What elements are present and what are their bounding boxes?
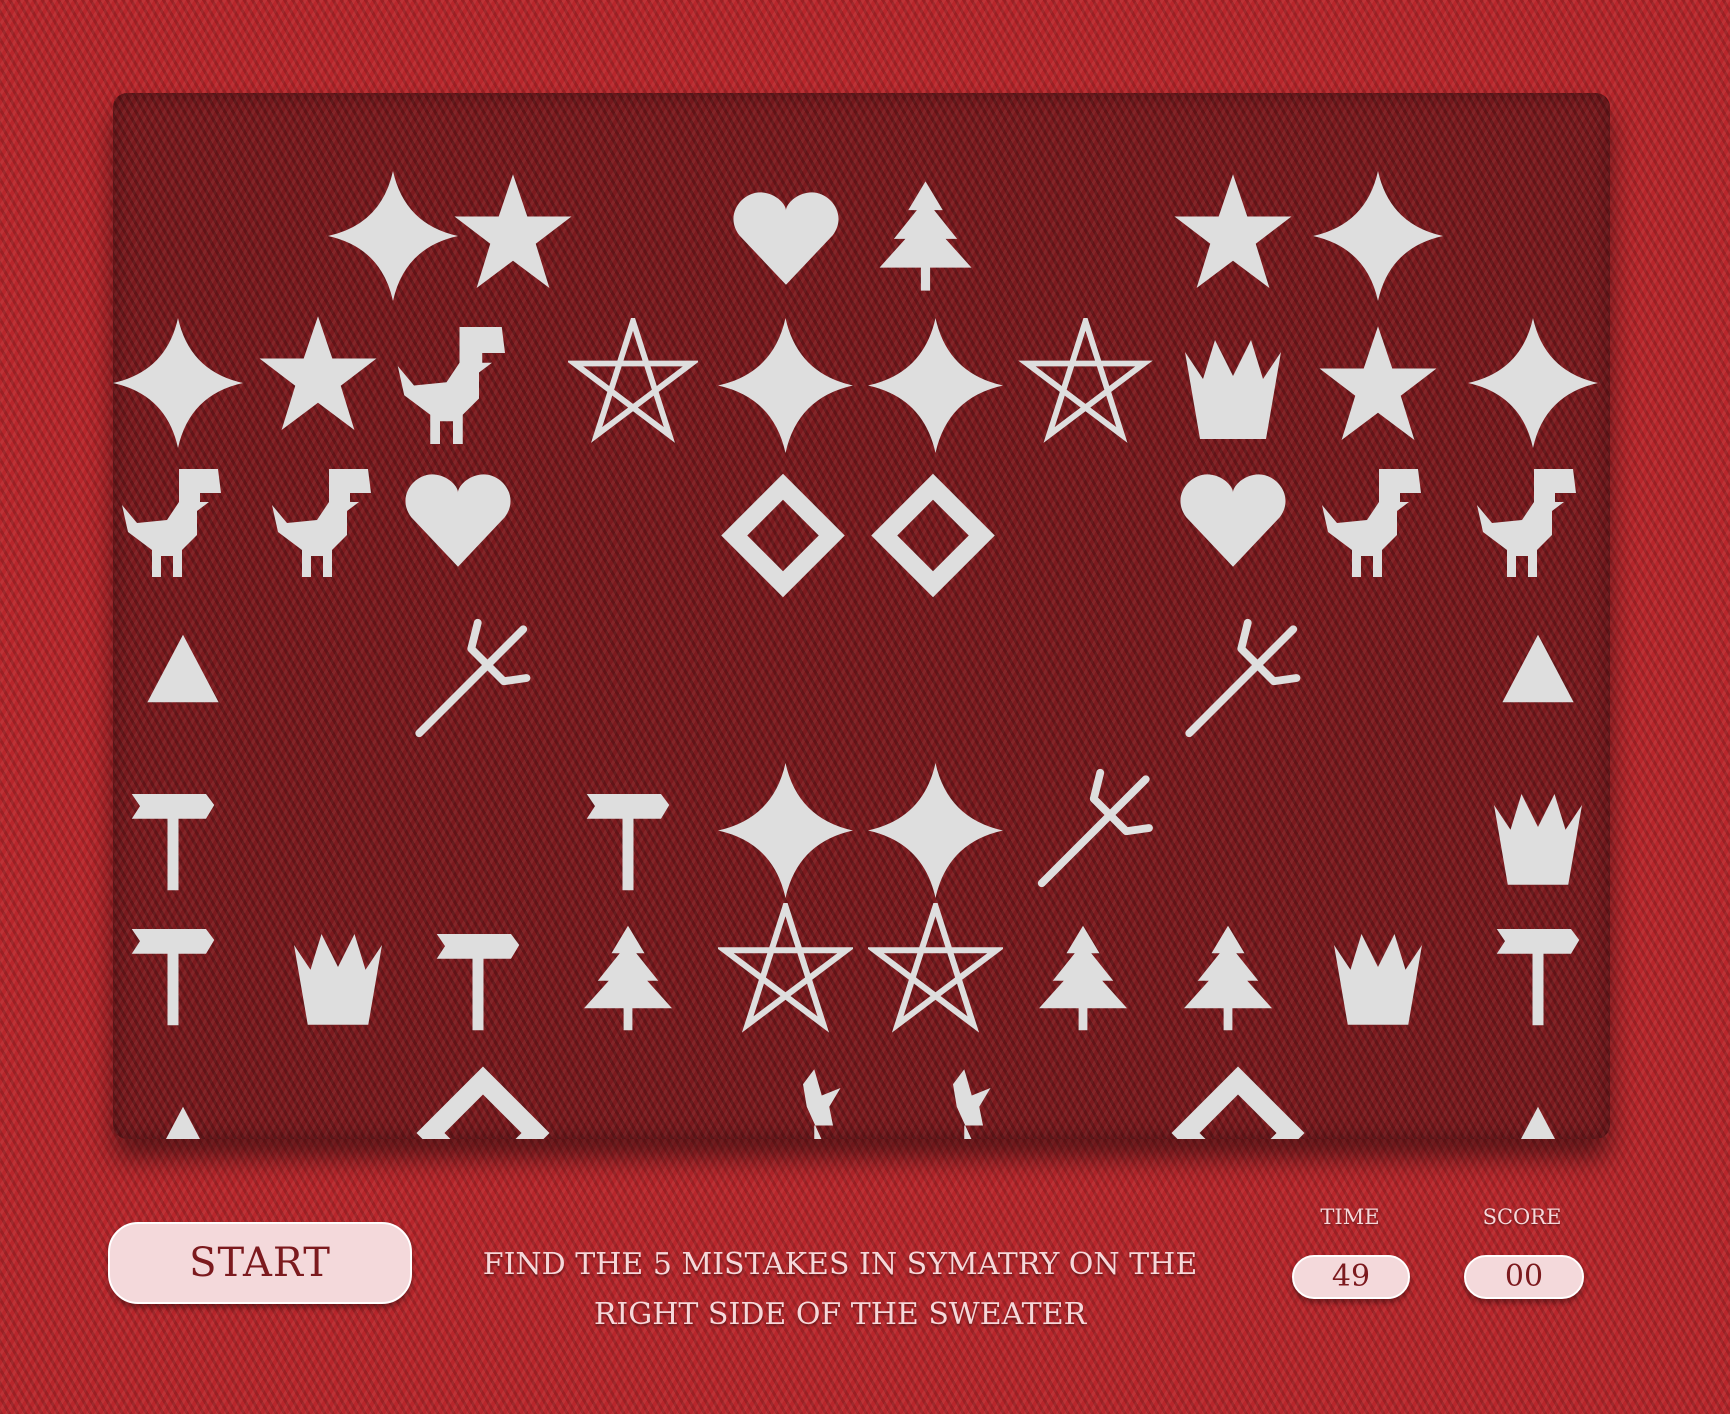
crown-icon[interactable] [1334,934,1422,1025]
star5-icon[interactable] [1174,174,1292,288]
start-button[interactable]: START [108,1222,412,1304]
triangle-icon[interactable] [147,634,219,703]
triangle-icon[interactable] [147,1106,219,1139]
crown-icon[interactable] [1494,794,1582,885]
star5-icon[interactable] [454,174,572,288]
tree-icon[interactable] [1184,925,1272,1031]
star-outline-icon[interactable] [1027,321,1144,435]
score-label: SCORE [1482,1205,1562,1229]
dinosaur-icon[interactable] [1477,469,1576,577]
dinosaur-icon[interactable] [1322,469,1421,577]
diamond-icon[interactable] [721,473,845,598]
trident-icon[interactable] [419,623,526,734]
time-display: 49 [1292,1255,1410,1299]
instructions-text: FIND THE 5 MISTAKES IN SYMATRY ON THE RI… [470,1240,1210,1340]
trident-icon[interactable] [1042,773,1149,884]
star4-icon[interactable] [868,763,1003,898]
heart-icon[interactable] [405,474,511,567]
dinosaur-icon[interactable] [272,469,371,577]
instructions-line-1: FIND THE 5 MISTAKES IN SYMATRY ON THE [482,1247,1198,1282]
diamond-icon[interactable] [416,1066,550,1140]
star-outline-icon[interactable] [875,906,997,1024]
crown-icon[interactable] [1185,340,1281,439]
axe-icon[interactable] [436,934,520,1031]
trident-icon[interactable] [1189,623,1296,734]
triangle-icon[interactable] [1502,634,1574,703]
tree-icon[interactable] [1039,925,1127,1031]
reindeer-icon[interactable] [735,1069,841,1139]
diamond-icon[interactable] [871,473,995,598]
axe-icon[interactable] [586,794,670,891]
time-label: TIME [1320,1205,1380,1229]
sweater-pattern [113,171,1598,1140]
star4-icon[interactable] [1468,318,1598,448]
star4-icon[interactable] [328,171,458,301]
dinosaur-icon[interactable] [397,327,505,444]
crown-icon[interactable] [294,934,382,1025]
star5-icon[interactable] [1319,326,1437,440]
triangle-icon[interactable] [1502,1106,1574,1139]
instructions-line-2: RIGHT SIDE OF THE SWEATER [593,1297,1087,1332]
star4-icon[interactable] [868,318,1003,453]
score-display: 00 [1464,1255,1584,1299]
axe-icon[interactable] [131,929,215,1026]
star4-icon[interactable] [1313,171,1443,301]
sweater-board [113,93,1610,1139]
heart-icon[interactable] [733,192,839,285]
dinosaur-icon[interactable] [122,469,222,577]
star-outline-icon[interactable] [575,321,692,435]
heart-icon[interactable] [1180,474,1286,567]
reindeer-icon[interactable] [885,1069,991,1139]
star4-icon[interactable] [718,763,853,898]
tree-icon[interactable] [584,925,672,1031]
star4-icon[interactable] [718,318,853,453]
axe-icon[interactable] [131,794,215,891]
star-outline-icon[interactable] [725,906,847,1024]
axe-icon[interactable] [1496,929,1580,1026]
diamond-icon[interactable] [1171,1066,1305,1140]
tree-icon[interactable] [879,181,972,291]
star5-icon[interactable] [259,316,377,430]
star4-icon[interactable] [113,318,243,448]
